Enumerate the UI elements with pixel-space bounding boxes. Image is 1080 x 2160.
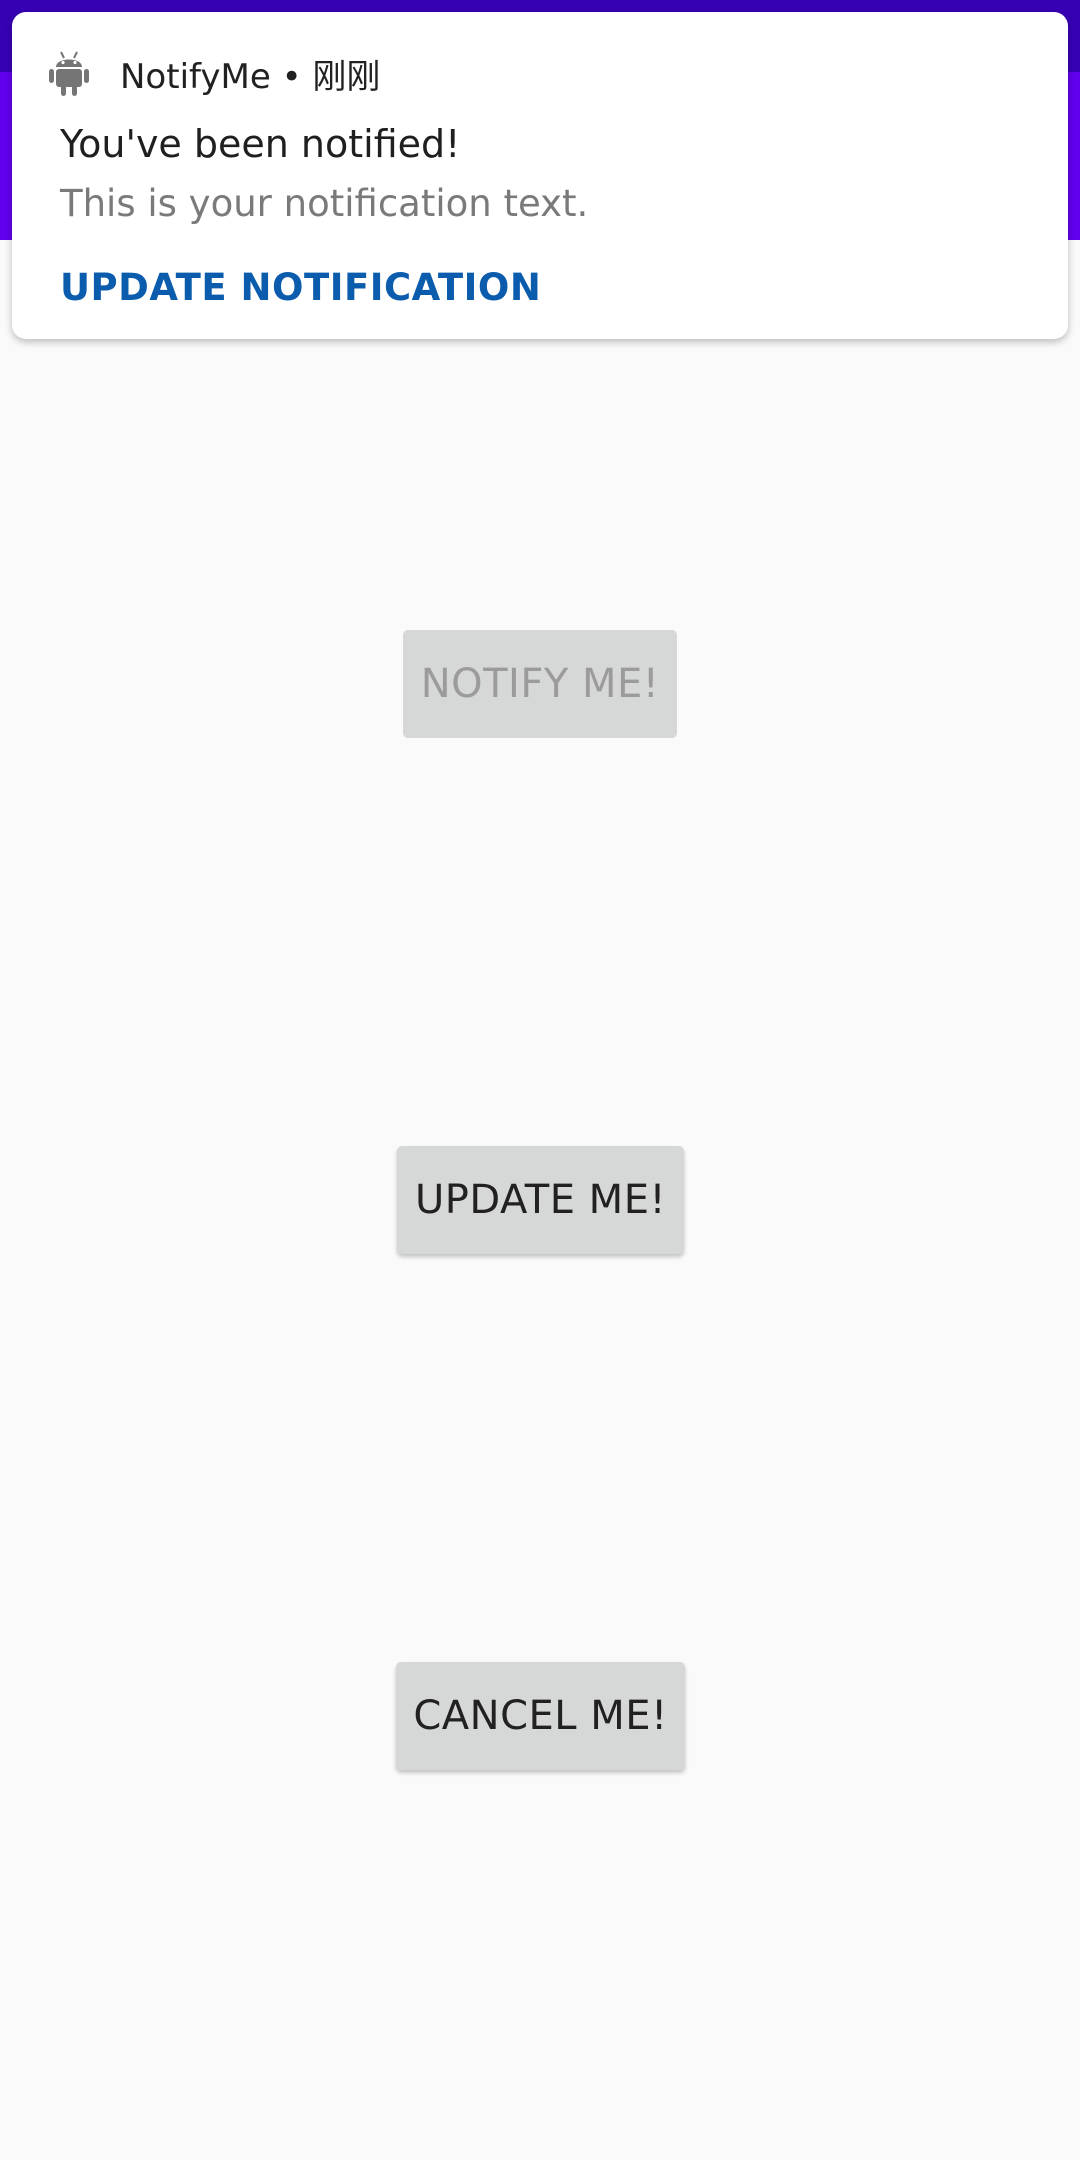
notification-header: NotifyMe • 刚刚 xyxy=(48,36,380,110)
notify-me-button[interactable]: NOTIFY ME! xyxy=(403,630,677,738)
notification-text: This is your notification text. xyxy=(60,182,589,225)
notification-title: You've been notified! xyxy=(60,122,461,166)
heads-up-notification[interactable]: NotifyMe • 刚刚 You've been notified! This… xyxy=(12,12,1068,339)
update-me-button[interactable]: UPDATE ME! xyxy=(397,1146,684,1254)
notification-app-name: NotifyMe • 刚刚 xyxy=(120,56,381,97)
cancel-me-button[interactable]: CANCEL ME! xyxy=(396,1662,685,1770)
update-notification-action[interactable]: UPDATE NOTIFICATION xyxy=(60,266,541,309)
android-robot-icon xyxy=(49,51,89,96)
